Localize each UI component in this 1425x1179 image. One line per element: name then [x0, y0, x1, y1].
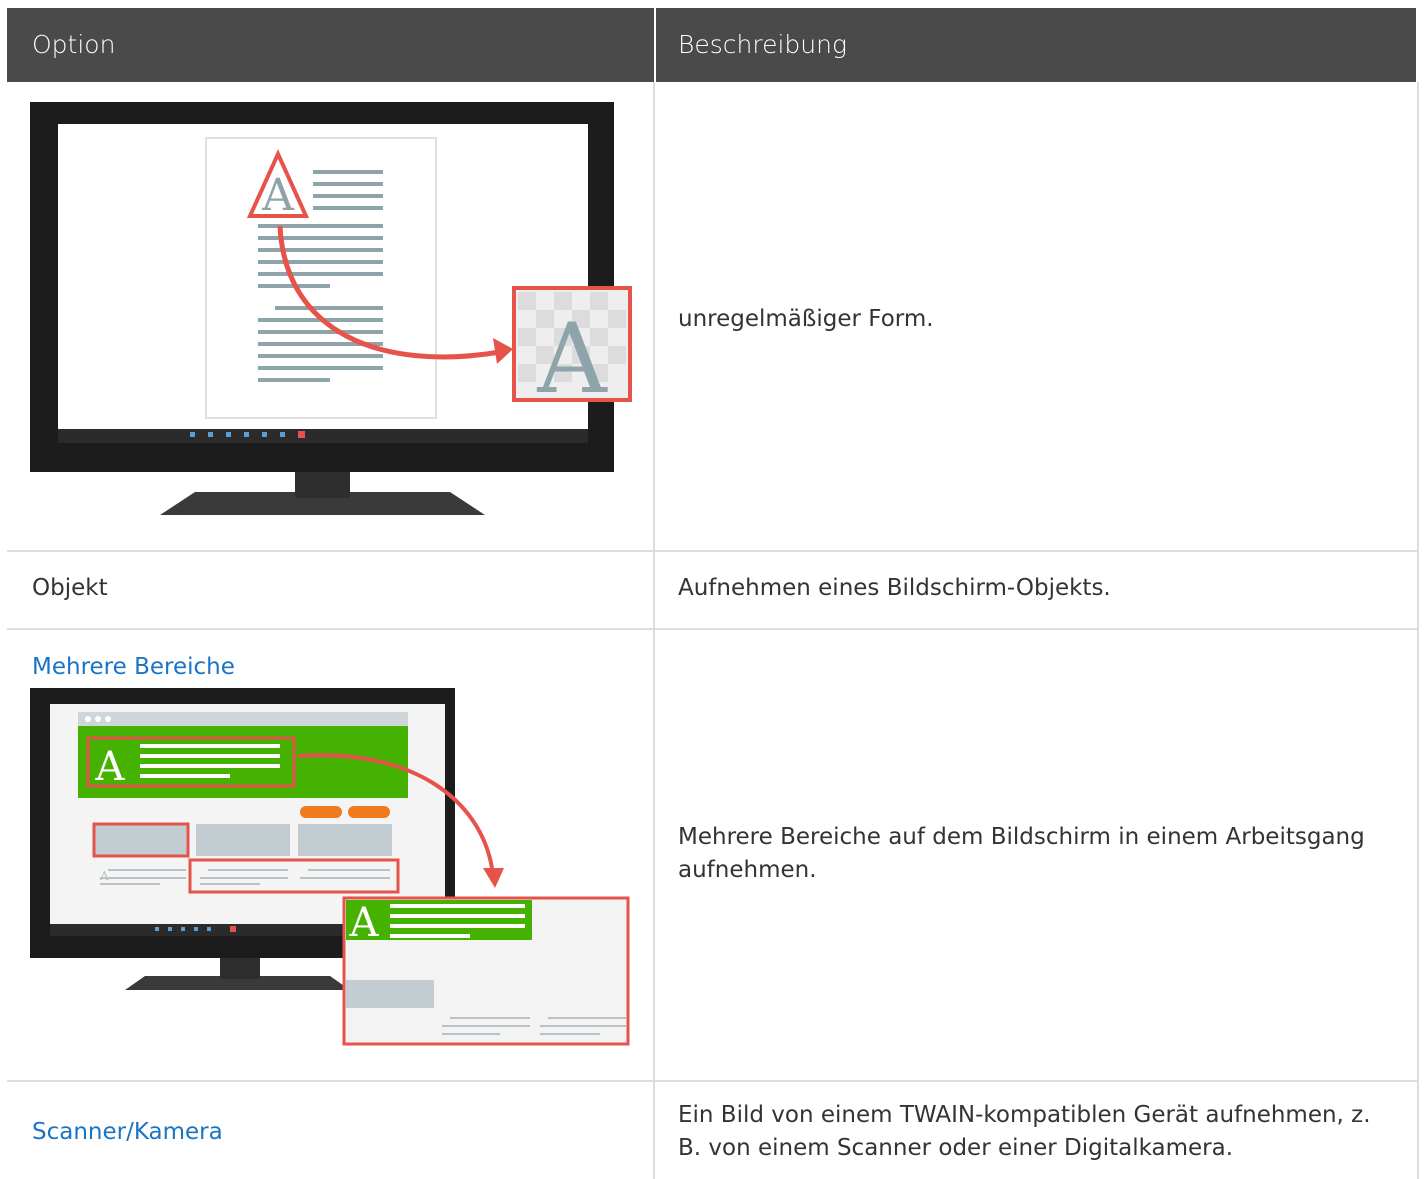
row-description: Ein Bild von einem TWAIN-kompatiblen Ger…: [678, 1102, 1371, 1161]
svg-text:A: A: [95, 744, 126, 790]
row-description: Aufnehmen eines Bildschirm-Objekts.: [678, 575, 1111, 601]
option-link-mehrere-bereiche[interactable]: Mehrere Bereiche: [32, 654, 235, 680]
header-divider: [654, 8, 656, 82]
option-link-scanner-kamera[interactable]: Scanner/Kamera: [32, 1119, 223, 1145]
table-header: Option Beschreibung: [7, 8, 1418, 82]
header-right-edge: [1416, 8, 1418, 82]
svg-text:A: A: [536, 303, 608, 415]
svg-text:A: A: [261, 170, 295, 221]
header-option: Option: [32, 30, 116, 59]
row-description: Mehrere Bereiche auf dem Bildschirm in e…: [678, 824, 1365, 883]
svg-text:A: A: [99, 869, 109, 883]
table-row: Scanner/Kamera Ein Bild von einem TWAIN-…: [7, 1082, 1418, 1179]
table-row: A A unregelmäßiger Form.: [7, 82, 1418, 552]
table-row: Objekt Aufnehmen eines Bildschirm-Objekt…: [7, 552, 1418, 630]
header-description: Beschreibung: [678, 30, 847, 59]
row-option: Objekt: [32, 575, 108, 601]
irregular-capture-illustration: A A: [30, 102, 640, 518]
svg-text:A: A: [349, 900, 380, 946]
multiple-regions-illustration: A A A: [30, 688, 632, 1048]
table-row: Mehrere Bereiche A A A Mehrere Bereiche …: [7, 630, 1418, 1082]
row-description: unregelmäßiger Form.: [678, 306, 934, 332]
